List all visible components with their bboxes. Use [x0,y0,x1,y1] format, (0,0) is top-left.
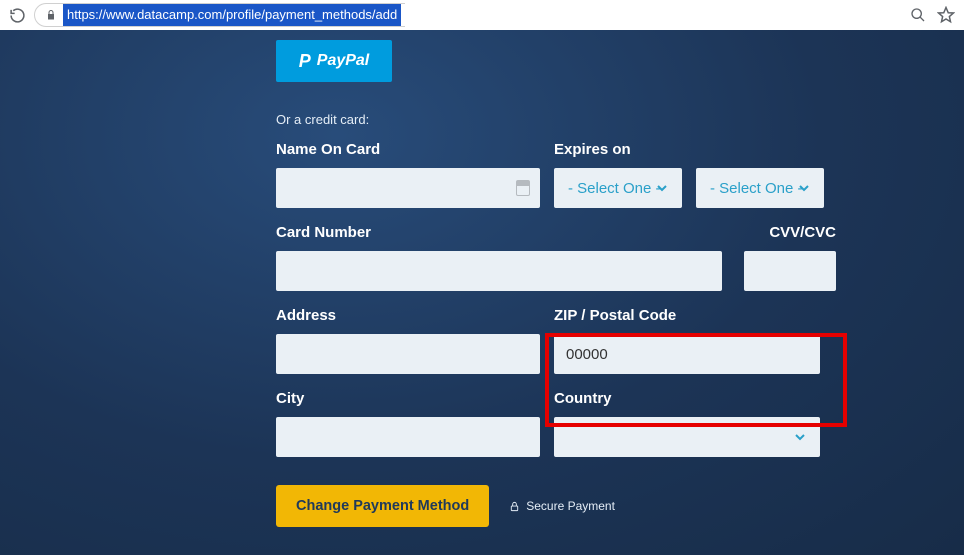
card-number-input[interactable] [276,251,722,291]
url-text: https://www.datacamp.com/profile/payment… [63,4,401,26]
expiry-month-select[interactable]: - Select One - [554,168,682,208]
name-on-card-input[interactable] [276,168,540,208]
secure-payment-badge: Secure Payment [509,499,615,513]
zip-input[interactable] [554,334,820,374]
expiry-year-placeholder: - Select One - [710,180,803,197]
address-input[interactable] [276,334,540,374]
paypal-button[interactable]: P PayPal [276,40,392,82]
city-label: City [276,390,540,407]
cvv-label: CVV/CVC [744,224,836,241]
country-label: Country [554,390,820,407]
zoom-icon[interactable] [908,5,928,25]
autofill-contact-icon[interactable] [516,180,530,196]
address-bar[interactable]: https://www.datacamp.com/profile/payment… [34,3,405,27]
lock-icon [45,9,57,21]
secure-payment-label: Secure Payment [526,499,615,513]
paypal-logo-icon: P [299,51,311,72]
lock-icon [509,501,520,512]
change-payment-method-button[interactable]: Change Payment Method [276,485,489,527]
page-content: P PayPal Or a credit card: Name On Card … [0,30,964,555]
name-on-card-label: Name On Card [276,141,540,158]
chevron-down-icon [796,180,812,196]
card-number-label: Card Number [276,224,722,241]
reload-icon[interactable] [8,6,26,24]
country-select[interactable] [554,417,820,457]
chevron-down-icon [792,429,808,445]
cvv-input[interactable] [744,251,836,291]
paypal-label: PayPal [317,52,369,70]
address-label: Address [276,307,540,324]
expires-on-label: Expires on [554,141,828,158]
or-credit-card-text: Or a credit card: [276,112,836,127]
expiry-month-placeholder: - Select One - [568,180,661,197]
city-input[interactable] [276,417,540,457]
browser-toolbar: https://www.datacamp.com/profile/payment… [0,0,964,30]
bookmark-star-icon[interactable] [936,5,956,25]
payment-form: P PayPal Or a credit card: Name On Card … [276,30,836,527]
chevron-down-icon [654,180,670,196]
expiry-year-select[interactable]: - Select One - [696,168,824,208]
zip-label: ZIP / Postal Code [554,307,820,324]
